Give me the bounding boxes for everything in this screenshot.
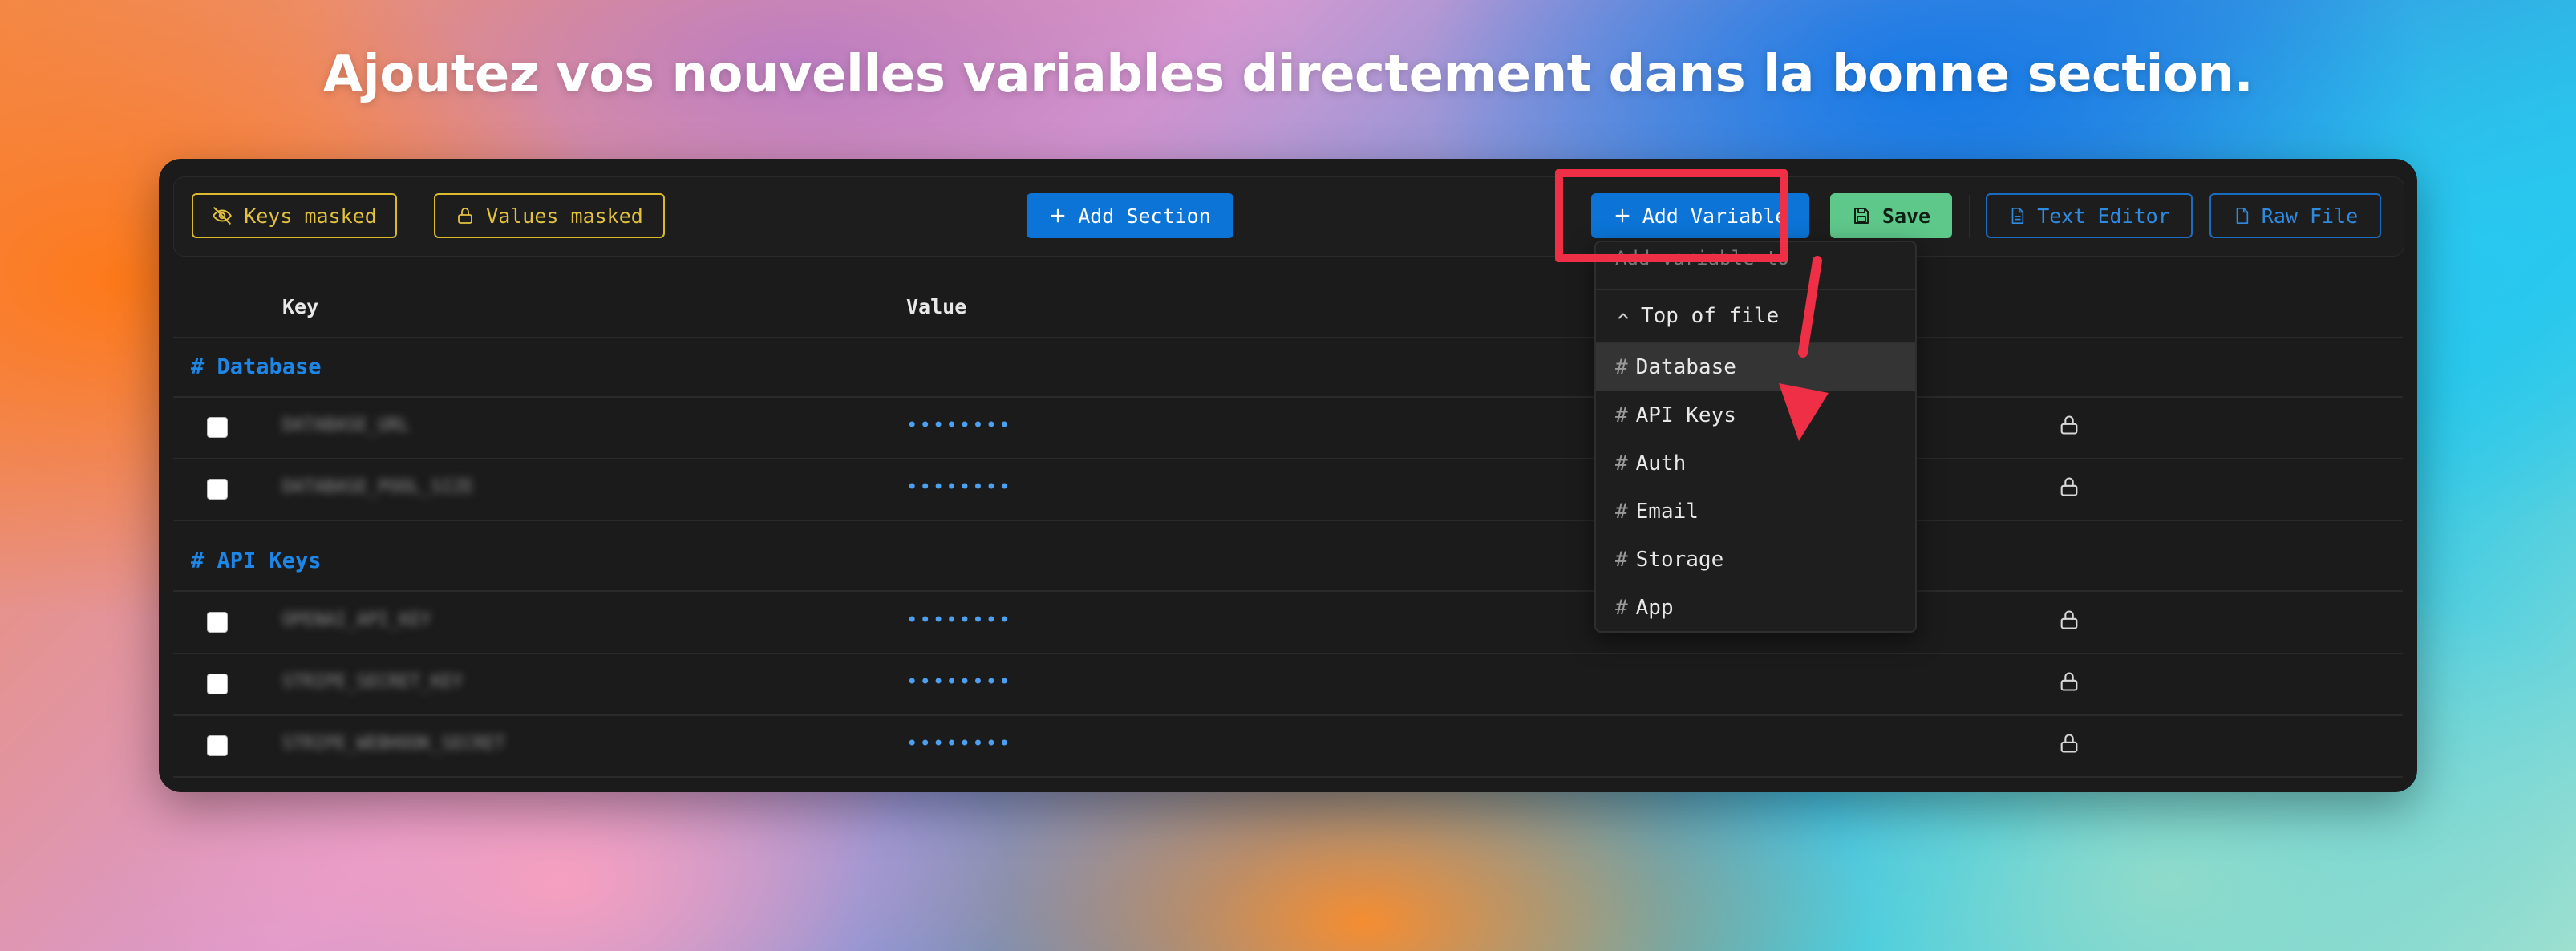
dropdown-item-label: Storage [1635, 548, 1724, 572]
dropdown-item-label: API Keys [1635, 403, 1736, 427]
add-section-label: Add Section [1078, 204, 1211, 228]
hash-icon: # [1615, 596, 1628, 620]
row-checkbox[interactable] [207, 612, 228, 633]
toolbar-divider [1969, 195, 1970, 238]
dropdown-item-label: App [1635, 596, 1674, 620]
row-checkbox[interactable] [207, 735, 228, 756]
variable-key[interactable]: OPENAI_API_KEY [282, 610, 431, 630]
dropdown-item-label: Top of file [1641, 304, 1780, 328]
dropdown-item-top-of-file[interactable]: Top of file [1596, 292, 1915, 340]
add-variable-dropdown: Add variable to Top of file # Database #… [1594, 241, 1917, 633]
variable-value-masked[interactable]: •••••••• [906, 476, 1012, 498]
keys-masked-toggle[interactable]: Keys masked [192, 193, 397, 238]
add-section-button[interactable]: Add Section [1027, 193, 1233, 238]
row-checkbox[interactable] [207, 417, 228, 438]
variable-value-masked[interactable]: •••••••• [906, 670, 1012, 693]
variable-key[interactable]: STRIPE_SECRET_KEY [282, 672, 463, 692]
lock-icon[interactable] [2058, 475, 2080, 502]
lock-icon [456, 205, 475, 226]
lock-icon[interactable] [2058, 731, 2080, 759]
row-divider [173, 653, 2403, 654]
variable-key[interactable]: DATABASE_POOL_SIZE [282, 477, 473, 497]
row-checkbox[interactable] [207, 674, 228, 694]
eye-off-icon [212, 205, 233, 226]
variable-value-masked[interactable]: •••••••• [906, 732, 1012, 755]
dropdown-item-app[interactable]: # App [1596, 584, 1915, 631]
hash-icon: # [1615, 548, 1628, 572]
dropdown-divider [1596, 289, 1915, 290]
column-header-value: Value [906, 295, 967, 318]
dropdown-item-api-keys[interactable]: # API Keys [1596, 391, 1915, 439]
page-headline: Ajoutez vos nouvelles variables directem… [322, 45, 2254, 104]
file-text-icon [2008, 205, 2026, 226]
row-divider [173, 520, 2403, 521]
dropdown-item-email[interactable]: # Email [1596, 488, 1915, 536]
chevron-up-icon [1615, 308, 1631, 324]
dropdown-item-database[interactable]: # Database [1596, 343, 1915, 391]
raw-file-button[interactable]: Raw File [2209, 193, 2381, 238]
row-divider [173, 714, 2403, 716]
dropdown-item-label: Database [1635, 355, 1736, 379]
lock-icon[interactable] [2058, 413, 2080, 440]
column-header-key: Key [282, 295, 319, 318]
dropdown-item-label: Email [1635, 500, 1699, 524]
save-icon [1852, 206, 1871, 225]
save-button[interactable]: Save [1830, 193, 1952, 238]
variable-key[interactable]: STRIPE_WEBHOOK_SECRET [282, 734, 505, 754]
lock-icon[interactable] [2058, 608, 2080, 635]
variable-value-masked[interactable]: •••••••• [906, 414, 1012, 436]
toolbar: Keys masked Values masked Add Section Ad… [173, 176, 2404, 257]
section-title-database: # Database [191, 354, 322, 379]
dropdown-item-auth[interactable]: # Auth [1596, 439, 1915, 488]
hash-icon: # [1615, 403, 1628, 427]
variable-value-masked[interactable]: •••••••• [906, 609, 1012, 631]
highlight-box-annotation [1555, 169, 1788, 262]
row-divider [173, 396, 2403, 398]
values-masked-toggle[interactable]: Values masked [434, 193, 665, 238]
file-icon [2233, 205, 2250, 226]
text-editor-button[interactable]: Text Editor [1986, 193, 2193, 238]
hash-icon: # [1615, 500, 1628, 524]
row-divider [173, 776, 2403, 778]
values-masked-label: Values masked [486, 204, 643, 228]
raw-file-label: Raw File [2261, 204, 2359, 228]
row-checkbox[interactable] [207, 479, 228, 500]
plus-icon [1049, 207, 1067, 225]
dropdown-item-label: Auth [1635, 451, 1687, 476]
row-divider [173, 458, 2403, 459]
text-editor-label: Text Editor [2037, 204, 2170, 228]
hash-icon: # [1615, 355, 1628, 379]
variable-key[interactable]: DATABASE_URL [282, 415, 410, 435]
keys-masked-label: Keys masked [244, 204, 377, 228]
dropdown-item-storage[interactable]: # Storage [1596, 536, 1915, 584]
lock-icon[interactable] [2058, 670, 2080, 697]
header-divider [173, 337, 2403, 338]
hash-icon: # [1615, 451, 1628, 476]
row-divider [173, 590, 2403, 592]
section-title-api-keys: # API Keys [191, 548, 322, 573]
save-label: Save [1881, 204, 1931, 228]
